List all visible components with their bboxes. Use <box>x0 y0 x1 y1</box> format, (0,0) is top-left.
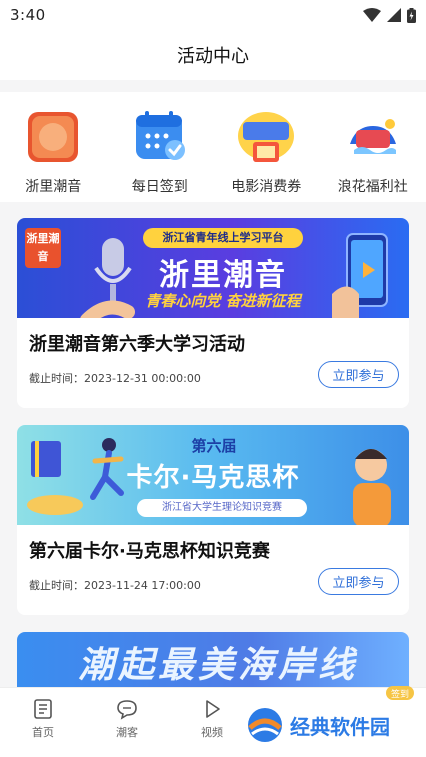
banner-edition: 第六届 <box>191 437 237 455</box>
status-icons <box>363 7 416 23</box>
banner-platform: 浙江省青年线上学习平台 <box>143 228 303 248</box>
wifi-icon <box>363 8 381 22</box>
entry-daily-checkin[interactable]: 每日签到 <box>107 92 214 202</box>
join-button[interactable]: 立即参与 <box>318 568 399 595</box>
banner-subtitle: 浙江省大学生理论知识竞赛 <box>137 499 307 517</box>
zheli-chaoyin-icon <box>22 106 84 168</box>
join-button[interactable]: 立即参与 <box>318 361 399 388</box>
status-bar: 3:40 <box>0 0 426 30</box>
activity-card[interactable]: 第六届 卡尔·马克思杯 浙江省大学生理论知识竞赛 第六届卡尔·马克思杯知识竞赛 … <box>17 425 409 615</box>
sign-in-badge[interactable]: 签到 <box>386 686 415 700</box>
activity-title: 第六届卡尔·马克思杯知识竞赛 <box>29 541 270 562</box>
student-icon <box>353 449 391 525</box>
status-time: 3:40 <box>10 6 46 24</box>
banner-headline: 潮起最美海岸线 <box>77 645 358 686</box>
watermark-logo-icon <box>248 708 282 742</box>
tab-label: 首页 <box>32 726 54 739</box>
entry-label: 电影消费券 <box>231 179 302 195</box>
banner-headline: 浙里潮音 <box>159 258 287 293</box>
banner-logo: 浙里潮音 <box>25 228 61 268</box>
signal-icon <box>387 8 401 22</box>
tab-label: 潮客 <box>116 726 138 739</box>
card-body: 第六届卡尔·马克思杯知识竞赛 截止时间：2023-11-24 17:00:00 … <box>17 525 409 615</box>
activity-title: 浙里潮音第六季大学习活动 <box>29 334 245 355</box>
banner-headline: 卡尔·马克思杯 <box>126 463 300 493</box>
tab-chaoke[interactable]: 潮客 <box>97 698 157 740</box>
activity-card[interactable]: 浙里潮音 浙江省青年线上学习平台 浙里潮音 青春心向党 奋进新征程 浙里潮音第六… <box>17 218 409 408</box>
phone-icon <box>332 233 388 318</box>
calendar-check-icon <box>129 106 191 168</box>
play-icon <box>206 700 220 718</box>
title-bar: 活动中心 <box>0 30 426 80</box>
tab-video[interactable]: 视频 <box>182 698 242 740</box>
watermark-text: 经典软件园 <box>290 714 390 739</box>
entry-langhua-welfare[interactable]: 浪花福利社 <box>320 92 426 202</box>
battery-icon <box>407 7 416 23</box>
activity-banner[interactable]: 潮起最美海岸线 <box>17 632 409 687</box>
newspaper-icon <box>34 699 52 719</box>
activity-banner[interactable]: 浙里潮音 浙江省青年线上学习平台 浙里潮音 青春心向党 奋进新征程 <box>17 218 409 318</box>
activity-card[interactable]: 潮起最美海岸线 <box>17 632 409 687</box>
tab-home[interactable]: 首页 <box>13 698 73 740</box>
banner-slogan: 青春心向党 奋进新征程 <box>145 292 301 310</box>
books-icon <box>27 441 83 515</box>
entry-label: 浪花福利社 <box>337 179 408 195</box>
card-body: 浙里潮音第六季大学习活动 截止时间：2023-12-31 00:00:00 立即… <box>17 318 409 408</box>
movie-coupon-icon <box>235 106 297 168</box>
entry-movie-coupon[interactable]: 电影消费券 <box>213 92 320 202</box>
quick-entries: 浙里潮音 每日签到 电影消费券 浪花福利社 <box>0 92 426 202</box>
page-title: 活动中心 <box>177 46 249 67</box>
entry-label: 每日签到 <box>131 179 188 195</box>
entry-label: 浙里潮音 <box>25 179 82 195</box>
tab-label: 视频 <box>201 726 223 739</box>
activity-banner[interactable]: 第六届 卡尔·马克思杯 浙江省大学生理论知识竞赛 <box>17 425 409 525</box>
watermark: 经典软件园 <box>246 706 390 744</box>
activity-list: 浙里潮音 浙江省青年线上学习平台 浙里潮音 青春心向党 奋进新征程 浙里潮音第六… <box>0 206 426 687</box>
chat-bubble-icon <box>117 700 137 720</box>
activity-deadline: 截止时间：2023-12-31 00:00:00 <box>29 372 201 385</box>
activity-deadline: 截止时间：2023-11-24 17:00:00 <box>29 579 201 592</box>
langhua-welfare-icon <box>342 106 404 168</box>
entry-zheli-chaoyin[interactable]: 浙里潮音 <box>0 92 107 202</box>
